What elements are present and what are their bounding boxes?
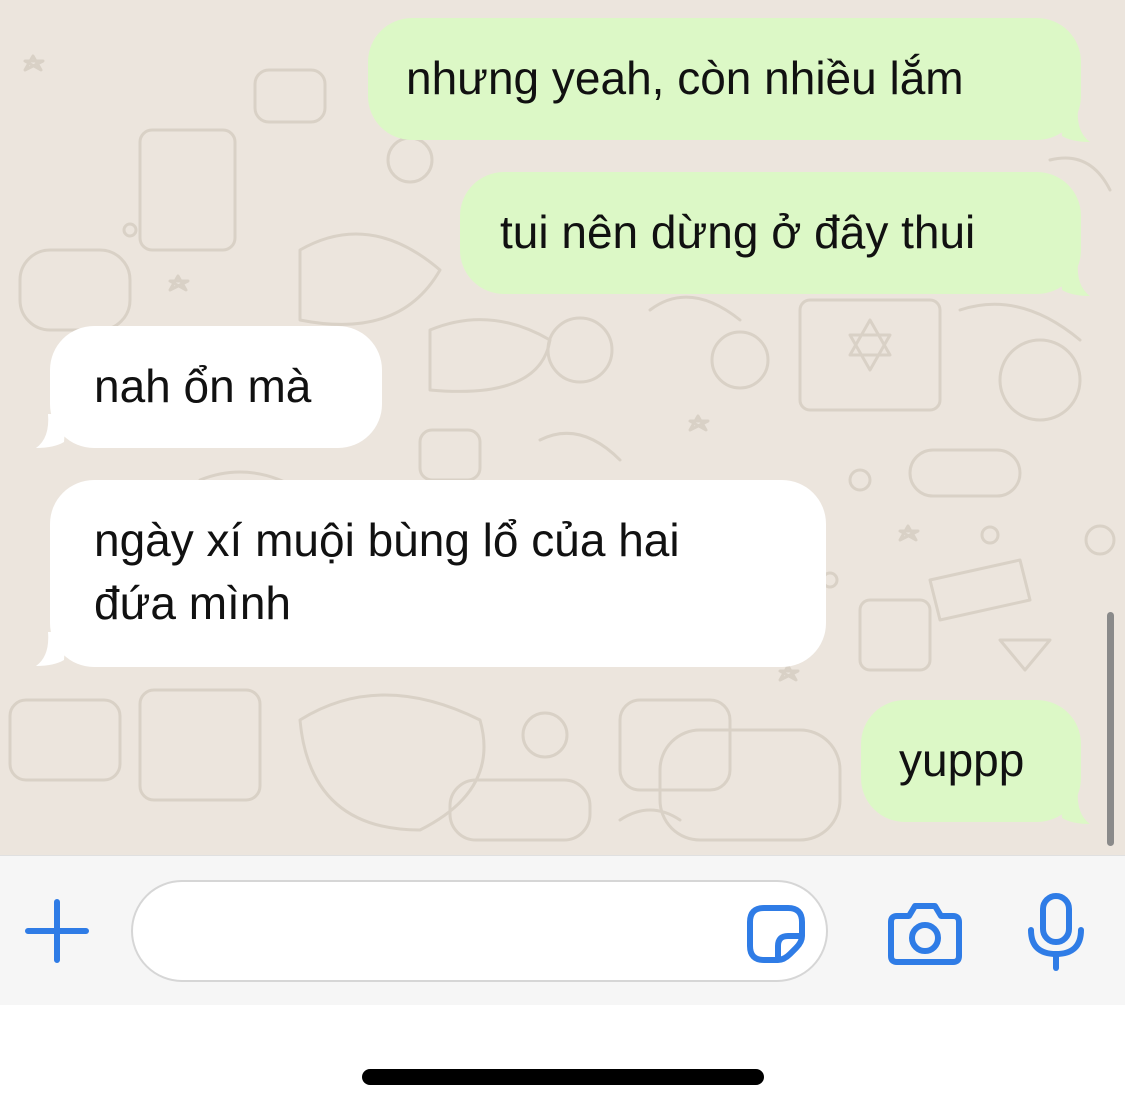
scrollbar[interactable]: [1107, 612, 1114, 846]
home-indicator[interactable]: [362, 1069, 764, 1085]
plus-icon: [25, 899, 89, 963]
message-bubble-outgoing[interactable]: tui nên dừng ở đây thui: [460, 172, 1081, 294]
microphone-button[interactable]: [1023, 892, 1089, 974]
bubble-tail: [1060, 108, 1090, 142]
message-bubble-incoming[interactable]: ngày xí muội bùng lổ của hai đứa mình: [50, 480, 826, 667]
sticker-icon: [747, 905, 805, 963]
bubble-tail: [1060, 262, 1090, 296]
message-text-line: ngày xí muội bùng lổ của hai: [94, 514, 680, 566]
bubble-tail: [36, 632, 66, 666]
bubble-tail: [36, 414, 66, 448]
home-area: [0, 1005, 1125, 1107]
bubble-tail: [1060, 790, 1090, 824]
message-text-line: đứa mình: [94, 577, 292, 629]
message-composer: [0, 855, 1125, 1005]
attach-button[interactable]: [22, 896, 92, 966]
message-text: tui nên dừng ở đây thui: [500, 206, 976, 258]
message-bubble-outgoing[interactable]: nhưng yeah, còn nhiều lắm: [368, 18, 1081, 140]
message-text: nhưng yeah, còn nhiều lắm: [406, 52, 964, 104]
message-text: nah ổn mà: [94, 360, 312, 412]
message-text: yuppp: [899, 734, 1025, 786]
message-input[interactable]: [131, 880, 828, 982]
camera-icon: [888, 903, 962, 965]
sticker-button[interactable]: [744, 902, 808, 966]
camera-button[interactable]: [887, 898, 963, 968]
microphone-icon: [1028, 893, 1084, 971]
message-bubble-incoming[interactable]: nah ổn mà: [50, 326, 382, 448]
chat-area[interactable]: nhưng yeah, còn nhiều lắm tui nên dừng ở…: [0, 0, 1125, 855]
message-bubble-outgoing[interactable]: yuppp: [861, 700, 1081, 822]
